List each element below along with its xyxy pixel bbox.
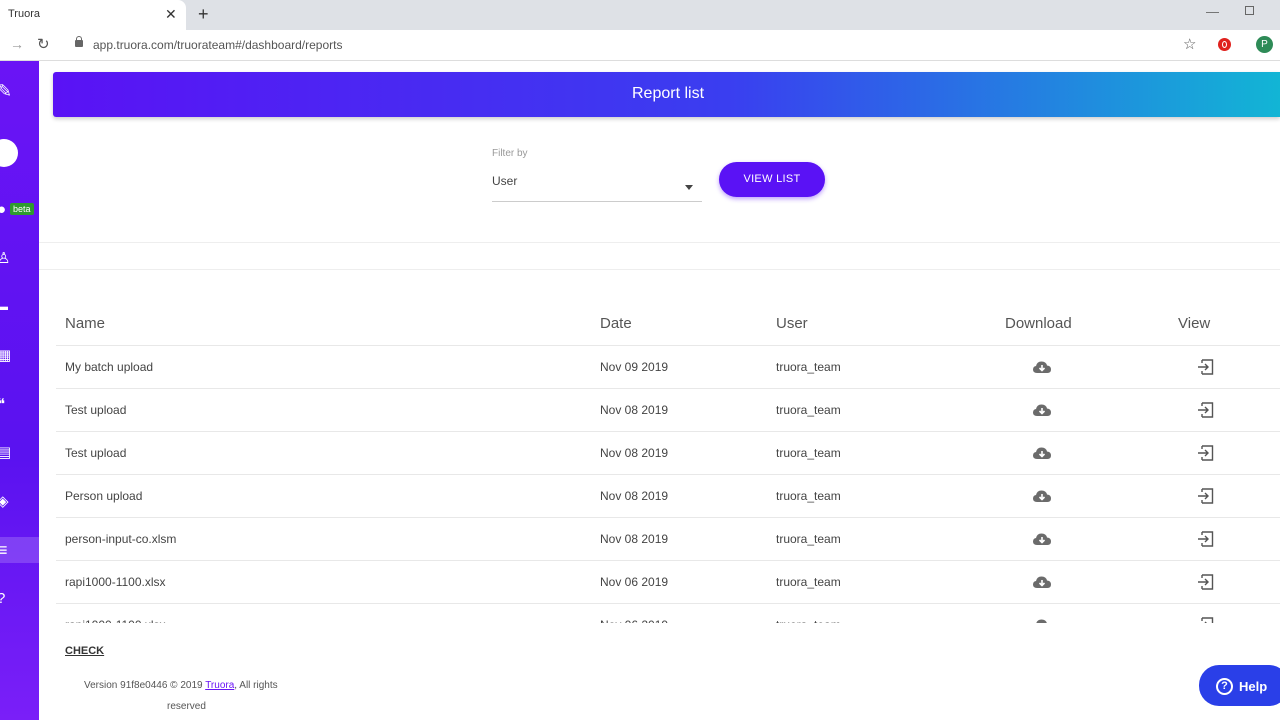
- cell-user: truora_team: [776, 532, 841, 546]
- tab-title: Truora: [8, 8, 40, 20]
- cell-name: Test upload: [65, 446, 127, 460]
- cell-date: Nov 09 2019: [600, 360, 669, 374]
- list-icon[interactable]: ≡: [0, 537, 39, 563]
- column-header-download: Download: [1005, 315, 1072, 332]
- cell-name: person-input-co.xlsm: [65, 532, 177, 546]
- sidebar: ✎ ● beta ♙ ▬ ▦ ❝ ▤ ◈ ≡ ?: [0, 61, 39, 720]
- cell-user: truora_team: [776, 575, 841, 589]
- cell-user: truora_team: [776, 618, 841, 623]
- divider: [39, 242, 1280, 270]
- cell-user: truora_team: [776, 403, 841, 417]
- column-header-name: Name: [65, 315, 106, 332]
- table-row: Test upload Nov 08 2019 truora_team: [56, 432, 1280, 475]
- cloud-download-icon[interactable]: [1032, 575, 1052, 589]
- cell-date: Nov 08 2019: [600, 532, 669, 546]
- reports-table: Name Date User Download View My batch up…: [56, 300, 1280, 623]
- help-circle-icon[interactable]: ?: [0, 586, 39, 612]
- open-report-icon[interactable]: [1197, 488, 1214, 504]
- table-row: My batch upload Nov 09 2019 truora_team: [56, 346, 1280, 389]
- cell-name: Person upload: [65, 489, 143, 503]
- table-row: Test upload Nov 08 2019 truora_team: [56, 389, 1280, 432]
- layers-icon[interactable]: ◈: [0, 489, 39, 515]
- table-row: rapi1000-1100.xlsx Nov 06 2019 truora_team: [56, 561, 1280, 604]
- restore-icon[interactable]: [1245, 6, 1254, 15]
- open-report-icon[interactable]: [1197, 402, 1214, 418]
- cell-user: truora_team: [776, 446, 841, 460]
- minimize-icon[interactable]: —: [1206, 4, 1219, 19]
- filter-label: Filter by: [492, 148, 528, 159]
- cloud-download-icon[interactable]: [1032, 618, 1052, 623]
- cell-date: Nov 08 2019: [600, 489, 669, 503]
- bookmark-star-icon[interactable]: ☆: [1183, 35, 1196, 53]
- check-link[interactable]: CHECK: [65, 645, 104, 657]
- clipboard-icon[interactable]: ▤: [0, 440, 39, 466]
- filter-select[interactable]: User: [492, 168, 702, 202]
- cell-name: Test upload: [65, 403, 127, 417]
- cell-date: Nov 08 2019: [600, 446, 669, 460]
- close-icon[interactable]: ✕: [165, 6, 177, 22]
- avatar[interactable]: P: [1256, 36, 1273, 53]
- report-list-banner: Report list: [53, 72, 1280, 117]
- logo-icon[interactable]: ✎: [0, 78, 39, 104]
- chevron-down-icon: [685, 185, 693, 190]
- rights-text: , All rights: [234, 680, 278, 691]
- vehicle-icon[interactable]: ▬: [0, 294, 39, 320]
- extension-icon[interactable]: [1218, 38, 1231, 51]
- cloud-download-icon[interactable]: [1032, 360, 1052, 374]
- bot-icon[interactable]: [0, 139, 18, 167]
- open-report-icon[interactable]: [1197, 531, 1214, 547]
- table-row: person-input-co.xlsm Nov 08 2019 truora_te…: [56, 518, 1280, 561]
- cell-name: rapi1000-1100.xlsx: [65, 575, 166, 589]
- question-icon: ?: [1216, 678, 1233, 696]
- building-icon[interactable]: ▦: [0, 343, 39, 369]
- open-report-icon[interactable]: [1197, 574, 1214, 590]
- table-row: rapi1000-1100.xlsx Nov 06 2019 truora_team: [56, 604, 1280, 623]
- column-header-view: View: [1178, 315, 1211, 332]
- view-list-button[interactable]: VIEW LIST: [719, 162, 825, 197]
- table-header: Name Date User Download View: [56, 300, 1280, 346]
- column-header-user: User: [776, 315, 808, 332]
- forward-icon[interactable]: →: [10, 36, 24, 52]
- person-icon[interactable]: ♙: [0, 246, 39, 272]
- help-button[interactable]: ? Help: [1199, 665, 1280, 706]
- cell-date: Nov 08 2019: [600, 403, 669, 417]
- filter-selected-value: User: [492, 174, 518, 188]
- cell-date: Nov 06 2019: [600, 575, 669, 589]
- truora-link[interactable]: Truora: [205, 680, 234, 691]
- cell-date: Nov 06 2019: [600, 618, 668, 623]
- reserved-text: reserved: [167, 701, 206, 712]
- cloud-download-icon[interactable]: [1032, 403, 1052, 417]
- thumbs-icon[interactable]: ❝: [0, 392, 39, 418]
- cell-name: My batch upload: [65, 360, 154, 374]
- beta-badge: beta: [10, 203, 34, 215]
- new-tab-button[interactable]: +: [198, 5, 209, 23]
- cloud-download-icon[interactable]: [1032, 532, 1052, 546]
- cell-user: truora_team: [776, 489, 841, 503]
- page-title: Report list: [631, 85, 705, 102]
- cell-user: truora_team: [776, 360, 841, 374]
- open-report-icon[interactable]: [1197, 445, 1214, 461]
- lock-icon: [75, 36, 83, 47]
- version-text: Version 91f8e0446 © 2019 Truora, All rig…: [84, 680, 278, 691]
- open-report-icon[interactable]: [1197, 359, 1214, 375]
- browser-tab-bar: Truora ✕ + —: [0, 0, 1280, 30]
- cloud-download-icon[interactable]: [1032, 446, 1052, 460]
- browser-tab[interactable]: Truora ✕: [0, 0, 186, 30]
- version-label: Version 91f8e0446 © 2019: [84, 680, 203, 691]
- reload-icon[interactable]: ↻: [37, 35, 50, 53]
- column-header-date: Date: [600, 315, 632, 332]
- open-report-icon[interactable]: [1197, 617, 1214, 623]
- table-row: Person upload Nov 08 2019 truora_team: [56, 475, 1280, 518]
- help-label: Help: [1239, 679, 1268, 695]
- cell-name: rapi1000-1100.xlsx: [65, 618, 166, 623]
- cloud-download-icon[interactable]: [1032, 489, 1052, 503]
- url-input[interactable]: app.truora.com/truorateam#/dashboard/rep…: [93, 38, 342, 52]
